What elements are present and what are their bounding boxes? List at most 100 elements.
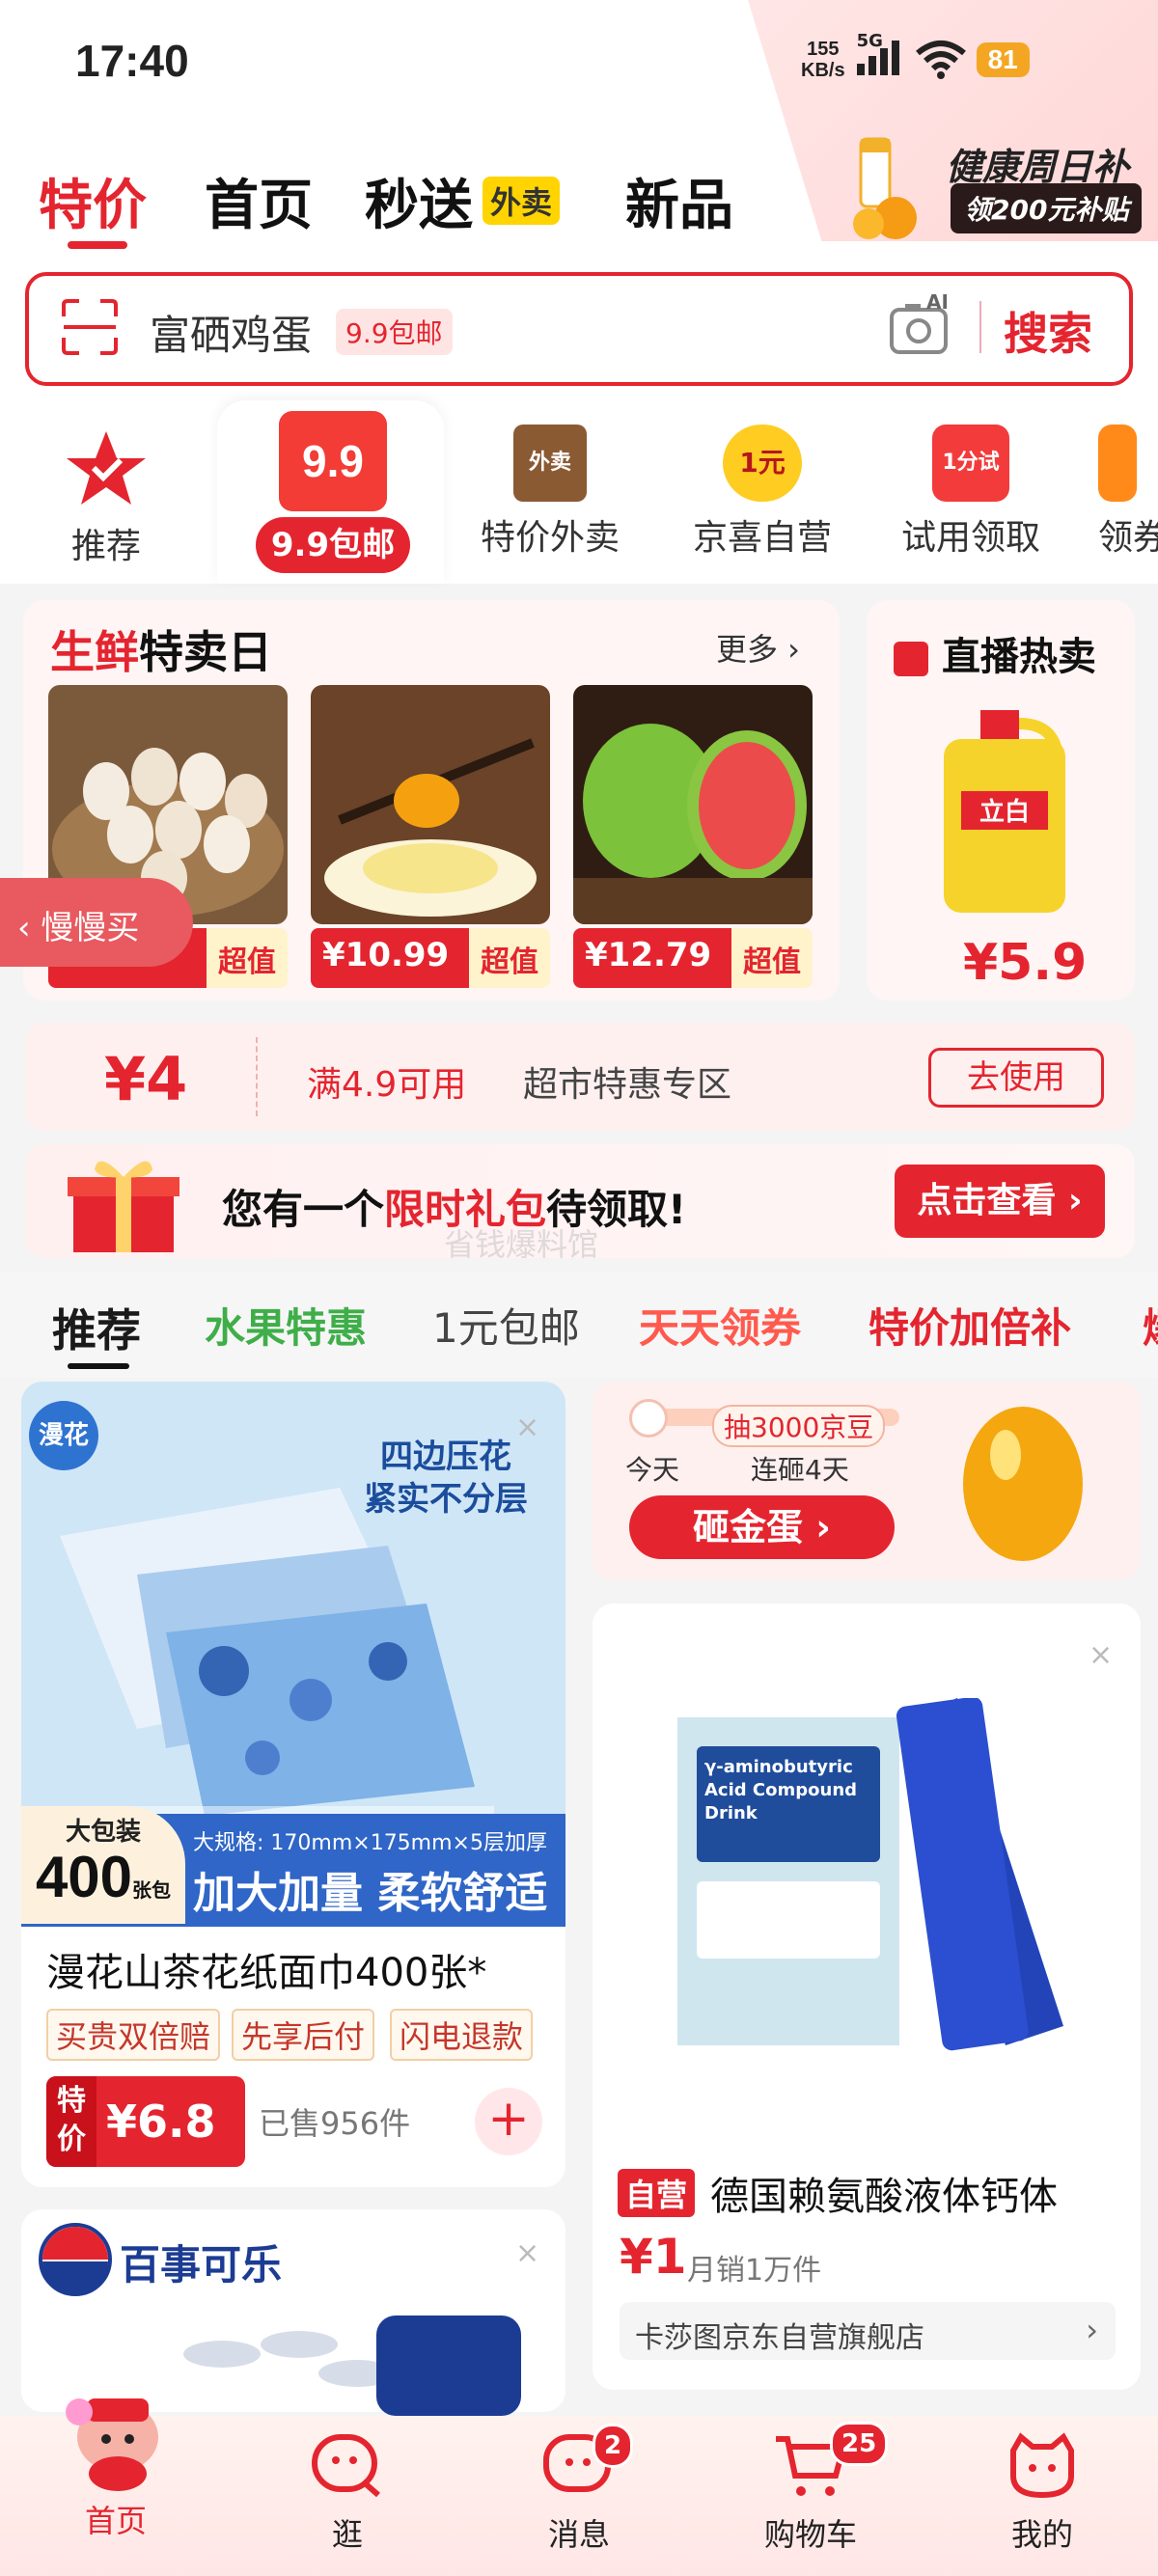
coupon-amount: ¥4 [104, 1044, 188, 1114]
one-yuan-icon: 1元 [723, 425, 802, 502]
tag-pay-later: 先享后付 [232, 2009, 375, 2061]
nine-nine-icon: 9.9 [279, 411, 387, 511]
nav-messages[interactable]: 消息 2 [502, 2424, 656, 2555]
close-icon[interactable]: × [515, 1411, 539, 1444]
category-9-9[interactable]: 9.9 9.9包邮 [241, 411, 425, 573]
signal-icon: 5G [855, 31, 905, 81]
tissue-banner-text: 加大加量 柔软舒适 [193, 1869, 548, 1918]
promo-orange-icon [853, 137, 917, 239]
more-link[interactable]: 更多 › [716, 625, 800, 670]
shop-link[interactable]: 卡莎图京东自营旗舰店 › [620, 2302, 1116, 2360]
pepsi-cans-image[interactable] [135, 2316, 540, 2416]
category-coupon[interactable]: 领券 [1098, 425, 1158, 560]
smash-egg-button[interactable]: 砸金蛋 › [629, 1495, 895, 1559]
tissue-slogan: 四边压花 紧实不分层 [364, 1438, 528, 1519]
brand-badge: 漫花 [29, 1401, 98, 1470]
pepsi-logo-icon [39, 2223, 112, 2296]
coupon-divider [256, 1037, 258, 1116]
chevron-right-icon: › [1086, 2312, 1098, 2348]
egg-streak: 连砸4天 [751, 1454, 849, 1486]
close-icon[interactable]: × [515, 2236, 539, 2270]
coupon-description: 超市特惠专区 [523, 1065, 732, 1105]
fresh-title: 生鲜特卖日 [50, 626, 272, 678]
battery-indicator: 81 [976, 42, 1030, 77]
ai-camera-icon[interactable]: AI [888, 290, 953, 360]
nav-home[interactable]: 首页 [39, 2379, 193, 2541]
wifi-icon [915, 41, 966, 79]
gift-box-icon [68, 1161, 179, 1252]
view-gift-button[interactable]: 点击查看 › [895, 1165, 1105, 1238]
mascot-icon [66, 2398, 158, 2491]
search-tag: 9.9包邮 [336, 309, 453, 355]
feed-tab-indicator [68, 1363, 129, 1369]
close-icon[interactable]: × [1089, 1638, 1113, 1672]
nav-mine[interactable]: 我的 [965, 2431, 1119, 2555]
net-speed: 155 KB/s [801, 39, 845, 81]
tab-active-indicator [68, 241, 127, 249]
detergent-image[interactable]: 立白 [932, 704, 1077, 917]
message-badge: 2 [593, 2424, 634, 2468]
search-button[interactable]: 搜索 [1004, 299, 1092, 363]
live-icon [894, 642, 928, 676]
price-tag-guava[interactable]: ¥12.79 超值 [573, 928, 813, 988]
tag-fast-refund: 闪电退款 [390, 2009, 534, 2061]
self-operated-tag: 自营 [618, 2169, 696, 2217]
search-divider [979, 301, 981, 353]
tag-double-refund: 买贵双倍赔 [46, 2009, 221, 2061]
feed-tab-fruit[interactable]: 水果特惠 [205, 1296, 367, 1355]
tab-home[interactable]: 首页 [205, 162, 313, 240]
pepsi-brand: 百事可乐 [120, 2241, 283, 2288]
detergent-brand: 立白 [979, 797, 1030, 827]
egg-yolk-image[interactable] [311, 685, 550, 924]
egg-today: 今天 [625, 1454, 680, 1486]
egg-progress-knob [629, 1399, 668, 1438]
watermark: 省钱爆料馆 [444, 1226, 599, 1263]
coupon-icon [1098, 425, 1137, 502]
tissue-spec: 大规格: 170mm×175mm×5层加厚 [193, 1831, 547, 1855]
live-title: 直播热卖 [894, 625, 1096, 681]
price-tag-yolk[interactable]: ¥10.99 超值 [311, 928, 550, 988]
scan-icon[interactable] [60, 297, 120, 357]
browse-icon [312, 2434, 380, 2498]
tab-tejia[interactable]: 特价 [39, 162, 147, 240]
cart-badge: 25 [830, 2422, 889, 2466]
star-check-icon [67, 431, 146, 505]
trial-bag-icon: 1分试 [932, 425, 1009, 502]
feed-tab-recommend[interactable]: 推荐 [52, 1296, 141, 1359]
category-trial[interactable]: 1分试 试用领取 [894, 425, 1048, 560]
feed-tab-coupon[interactable]: 天天领券 [639, 1296, 801, 1355]
coupon-condition: 满4.9可用 [307, 1065, 467, 1105]
golden-egg-icon[interactable] [955, 1395, 1090, 1565]
tab-new[interactable]: 新品 [625, 162, 733, 240]
status-time: 17:40 [75, 36, 189, 86]
nav-cart[interactable]: 购物车 25 [733, 2422, 889, 2555]
guava-image[interactable] [573, 685, 813, 924]
feed-tab-more[interactable]: 爆 [1143, 1296, 1158, 1355]
sold-count: 已售956件 [259, 2105, 411, 2142]
slow-buy-floating-button[interactable]: ‹ 慢慢买 [0, 878, 193, 967]
takeout-box-icon: 外卖 [513, 425, 587, 502]
promo-title[interactable]: 健康周日补 [946, 137, 1129, 190]
category-recommend[interactable]: 推荐 [53, 429, 159, 568]
feed-tab-double[interactable]: 特价加倍补 [868, 1296, 1071, 1355]
use-coupon-button[interactable]: 去使用 [928, 1048, 1104, 1108]
sale-price-box: 特价 ¥6.8 [46, 2076, 245, 2167]
live-price: ¥5.9 [963, 934, 1088, 992]
profile-icon [1010, 2432, 1074, 2499]
promo-button[interactable]: 领200元补贴 [951, 183, 1143, 233]
product-name[interactable]: 德国赖氨酸液体钙体 [710, 2165, 1058, 2221]
monthly-sales: 月销1万件 [687, 2254, 822, 2288]
category-jingxi[interactable]: 1元 京喜自营 [685, 425, 840, 560]
feed-tab-one-yuan[interactable]: 1元包邮 [432, 1296, 580, 1355]
category-waimai[interactable]: 外卖 特价外卖 [473, 425, 627, 560]
search-input[interactable]: 富硒鸡蛋 [150, 303, 312, 362]
egg-prize-tag: 抽3000京豆 [712, 1405, 886, 1447]
product-name[interactable]: 漫花山茶花纸面巾400张* [46, 1941, 486, 1997]
status-indicators: 155 KB/s 5G 81 [801, 31, 1030, 81]
tab-miaosong[interactable]: 秒送 [365, 162, 473, 240]
calcium-box-title: γ-aminobutyric Acid Compound Drink [704, 1757, 858, 1823]
nav-browse[interactable]: 逛 [270, 2431, 425, 2555]
big-pack-badge: 大包装 400张包 [21, 1806, 185, 1924]
product-price: ¥1 [620, 2229, 687, 2285]
add-to-cart-button[interactable]: + [475, 2088, 542, 2155]
